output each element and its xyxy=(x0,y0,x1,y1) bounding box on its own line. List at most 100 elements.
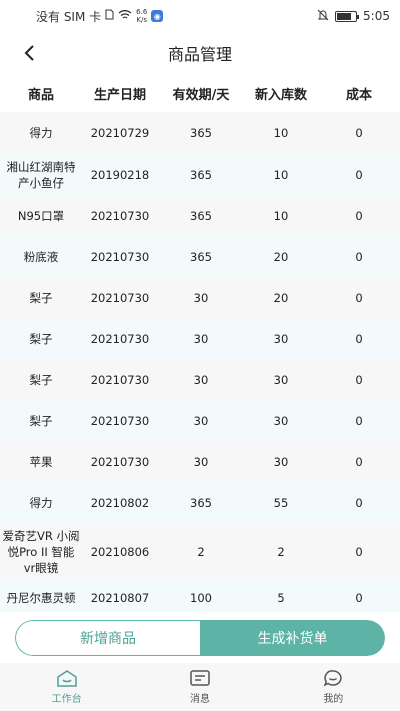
new-stock-qty: 10 xyxy=(273,209,289,223)
action-bar: 新增商品 生成补货单 xyxy=(15,620,385,656)
product-name: 梨子 xyxy=(29,291,53,305)
new-stock-qty: 30 xyxy=(273,373,289,387)
battery-icon xyxy=(335,10,360,22)
validity-days: 100 xyxy=(190,591,212,605)
back-button[interactable] xyxy=(18,42,40,64)
table-row[interactable]: 爱奇艺VR 小阅悦Pro II 智能 vr眼镜 20210806 2 2 0 xyxy=(0,524,400,580)
bottom-tab-bar: 工作台 消息 我的 xyxy=(0,663,400,711)
table-row[interactable]: 梨子 20210730 30 30 0 xyxy=(0,318,400,360)
product-table[interactable]: 得力 20210729 365 10 0 湘山红湖南特产小鱼仔 20190218… xyxy=(0,112,400,612)
production-date: 20210802 xyxy=(90,496,150,510)
table-row[interactable]: 梨子 20210730 30 30 0 xyxy=(0,360,400,400)
validity-days: 2 xyxy=(197,545,205,559)
product-name: 梨子 xyxy=(29,373,53,387)
sim-icon xyxy=(105,9,114,23)
mute-icon xyxy=(317,9,329,24)
production-date: 20210730 xyxy=(90,250,150,264)
chevron-left-icon xyxy=(24,45,34,61)
production-date: 20190218 xyxy=(90,168,150,182)
new-stock-qty: 5 xyxy=(277,591,285,605)
carrier-text: 没有 SIM 卡 xyxy=(36,9,102,24)
new-stock-qty: 30 xyxy=(273,455,289,469)
cost: 0 xyxy=(355,455,363,469)
production-date: 20210730 xyxy=(90,291,150,305)
validity-days: 30 xyxy=(193,455,209,469)
new-stock-qty: 30 xyxy=(273,414,289,428)
validity-days: 30 xyxy=(193,291,209,305)
wifi-icon xyxy=(118,9,132,23)
cost: 0 xyxy=(355,168,363,182)
status-right: 5:05 xyxy=(317,9,390,24)
production-date: 20210806 xyxy=(90,545,150,559)
product-name: 苹果 xyxy=(29,455,53,469)
speed-value: 6.6 xyxy=(136,8,148,16)
tab-messages[interactable]: 消息 xyxy=(133,663,266,711)
validity-days: 365 xyxy=(190,496,212,510)
product-name: 得力 xyxy=(29,496,53,510)
validity-days: 30 xyxy=(193,414,209,428)
tab-label: 消息 xyxy=(189,694,210,705)
production-date: 20210730 xyxy=(90,209,150,223)
production-date: 20210807 xyxy=(90,591,150,605)
table-header: 商品 生产日期 有效期/天 新入库数 成本 xyxy=(0,74,400,112)
add-product-button[interactable]: 新增商品 xyxy=(15,620,200,656)
table-row[interactable]: 得力 20210729 365 10 0 xyxy=(0,112,400,154)
column-header-validity: 有效期/天 xyxy=(172,87,230,103)
network-speed: 6.6 K/s xyxy=(136,8,147,24)
column-header-product: 商品 xyxy=(27,87,54,103)
message-icon xyxy=(190,670,210,686)
product-name: 湘山红湖南特产小鱼仔 xyxy=(6,160,76,190)
cost: 0 xyxy=(355,332,363,346)
cost: 0 xyxy=(355,209,363,223)
table-row[interactable]: 得力 20210802 365 55 0 xyxy=(0,482,400,524)
new-stock-qty: 10 xyxy=(273,168,289,182)
product-name: 丹尼尔惠灵顿 xyxy=(6,591,76,605)
page-title: 商品管理 xyxy=(167,45,232,64)
new-stock-qty: 10 xyxy=(273,126,289,140)
validity-days: 365 xyxy=(190,209,212,223)
tab-label: 工作台 xyxy=(51,694,82,705)
new-stock-qty: 20 xyxy=(273,250,289,264)
status-left: 没有 SIM 卡 6.6 K/s ◉ xyxy=(36,8,164,25)
cost: 0 xyxy=(355,496,363,510)
speed-unit: K/s xyxy=(136,16,148,24)
production-date: 20210730 xyxy=(90,414,150,428)
validity-days: 365 xyxy=(190,250,212,264)
tab-profile[interactable]: 我的 xyxy=(267,663,400,711)
product-name: 爱奇艺VR 小阅悦Pro II 智能 vr眼镜 xyxy=(2,529,80,575)
new-stock-qty: 55 xyxy=(273,496,289,510)
table-row[interactable]: 丹尼尔惠灵顿 20210807 100 5 0 xyxy=(0,580,400,612)
product-name: N95口罩 xyxy=(17,209,65,223)
cost: 0 xyxy=(355,291,363,305)
validity-days: 30 xyxy=(193,332,209,346)
new-stock-qty: 30 xyxy=(273,332,289,346)
validity-days: 365 xyxy=(190,168,212,182)
table-row[interactable]: N95口罩 20210730 365 10 0 xyxy=(0,196,400,236)
status-bar: 没有 SIM 卡 6.6 K/s ◉ 5:05 xyxy=(0,0,400,32)
clock-time: 5:05 xyxy=(363,9,390,23)
cost: 0 xyxy=(355,126,363,140)
production-date: 20210730 xyxy=(90,373,150,387)
app-notification-icon: ◉ xyxy=(151,10,164,22)
table-row[interactable]: 梨子 20210730 30 20 0 xyxy=(0,278,400,318)
table-row[interactable]: 梨子 20210730 30 30 0 xyxy=(0,400,400,442)
cost: 0 xyxy=(355,591,363,605)
cost: 0 xyxy=(355,414,363,428)
column-header-cost: 成本 xyxy=(345,87,372,103)
table-row[interactable]: 湘山红湖南特产小鱼仔 20190218 365 10 0 xyxy=(0,154,400,196)
product-name: 粉底液 xyxy=(23,250,59,264)
tab-workbench[interactable]: 工作台 xyxy=(0,663,133,711)
cost: 0 xyxy=(355,373,363,387)
new-stock-qty: 2 xyxy=(277,545,285,559)
product-name: 梨子 xyxy=(29,332,53,346)
generate-restock-order-button[interactable]: 生成补货单 xyxy=(200,620,385,656)
product-name: 梨子 xyxy=(29,414,53,428)
validity-days: 30 xyxy=(193,373,209,387)
title-bar: 商品管理 xyxy=(0,32,400,74)
table-row[interactable]: 苹果 20210730 30 30 0 xyxy=(0,442,400,482)
production-date: 20210730 xyxy=(90,455,150,469)
tab-label: 我的 xyxy=(323,694,344,705)
table-row[interactable]: 粉底液 20210730 365 20 0 xyxy=(0,236,400,278)
column-header-production-date: 生产日期 xyxy=(93,87,146,103)
cost: 0 xyxy=(355,545,363,559)
